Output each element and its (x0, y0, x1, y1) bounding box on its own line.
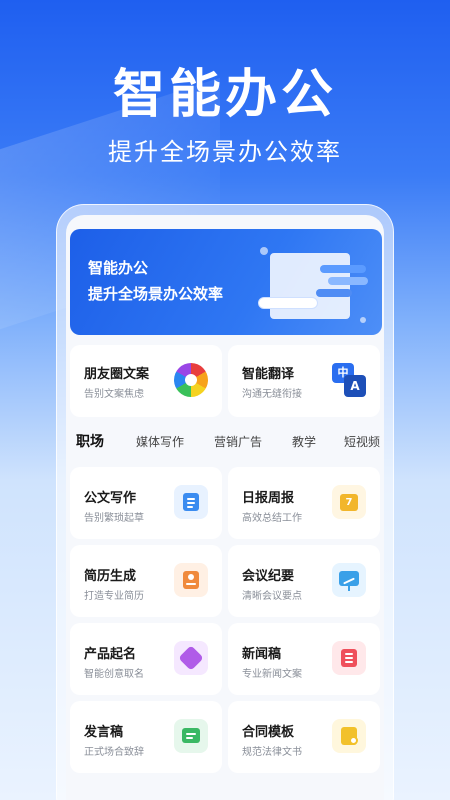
hero-title: 智能办公 (112, 65, 337, 125)
card-resume[interactable]: 简历生成 打造专业简历 (70, 545, 222, 617)
card-title: 会议纪要 (242, 569, 295, 584)
feature-moments-copy[interactable]: 朋友圈文案 告别文案焦虑 (70, 345, 222, 417)
card-contract-template[interactable]: 合同模板 规范法律文书 (228, 701, 380, 773)
tab-media-writing[interactable]: 媒体写作 (136, 433, 184, 450)
banner-illustration (256, 243, 376, 329)
tab-teaching[interactable]: 教学 (292, 433, 316, 450)
card-subtitle: 智能创意取名 (84, 669, 144, 680)
card-title: 合同模板 (242, 725, 295, 740)
document-icon (174, 485, 208, 519)
aperture-icon (174, 363, 208, 397)
calendar-icon: 7 (332, 485, 366, 519)
banner[interactable]: 智能办公 提升全场景办公效率 (70, 229, 382, 335)
tab-marketing[interactable]: 营销广告 (214, 433, 262, 450)
card-subtitle: 打造专业简历 (84, 591, 144, 602)
card-meeting-minutes[interactable]: 会议纪要 清晰会议要点 (228, 545, 380, 617)
card-title: 简历生成 (84, 569, 137, 584)
card-subtitle: 规范法律文书 (242, 747, 302, 758)
card-title: 发言稿 (84, 725, 124, 740)
feature-title: 朋友圈文案 (84, 367, 150, 382)
category-tabs: 职场 媒体写作 营销广告 教学 短视频 (76, 433, 384, 457)
card-official-writing[interactable]: 公文写作 告别繁琐起草 (70, 467, 222, 539)
card-subtitle: 告别繁琐起草 (84, 513, 144, 524)
contract-icon (332, 719, 366, 753)
feature-smart-translate[interactable]: 智能翻译 沟通无缝衔接 中 A (228, 345, 380, 417)
feature-title: 智能翻译 (242, 367, 295, 382)
card-speech-draft[interactable]: 发言稿 正式场合致辞 (70, 701, 222, 773)
tab-workplace[interactable]: 职场 (76, 431, 104, 451)
card-title: 产品起名 (84, 647, 137, 662)
cube-icon (174, 641, 208, 675)
card-title: 日报周报 (242, 491, 295, 506)
card-title: 新闻稿 (242, 647, 282, 662)
hero-subtitle: 提升全场景办公效率 (108, 138, 342, 166)
card-product-naming[interactable]: 产品起名 智能创意取名 (70, 623, 222, 695)
card-subtitle: 专业新闻文案 (242, 669, 302, 680)
speech-icon (174, 719, 208, 753)
tab-short-video[interactable]: 短视频 (344, 433, 380, 450)
feature-subtitle: 告别文案焦虑 (84, 389, 144, 400)
feature-subtitle: 沟通无缝衔接 (242, 389, 302, 400)
presentation-icon (332, 563, 366, 597)
banner-line-1: 智能办公 (88, 259, 149, 277)
resume-icon (174, 563, 208, 597)
news-icon (332, 641, 366, 675)
card-press-release[interactable]: 新闻稿 专业新闻文案 (228, 623, 380, 695)
banner-line-2: 提升全场景办公效率 (88, 285, 224, 303)
card-title: 公文写作 (84, 491, 137, 506)
card-subtitle: 正式场合致辞 (84, 747, 144, 758)
app-screen: 智能办公 提升全场景办公效率 朋友圈文案 告别文案焦虑 智能翻译 沟通无缝衔接 … (66, 215, 384, 800)
card-subtitle: 高效总结工作 (242, 513, 302, 524)
card-daily-weekly-report[interactable]: 日报周报 高效总结工作 7 (228, 467, 380, 539)
card-subtitle: 清晰会议要点 (242, 591, 302, 602)
translate-icon: 中 A (332, 363, 366, 397)
